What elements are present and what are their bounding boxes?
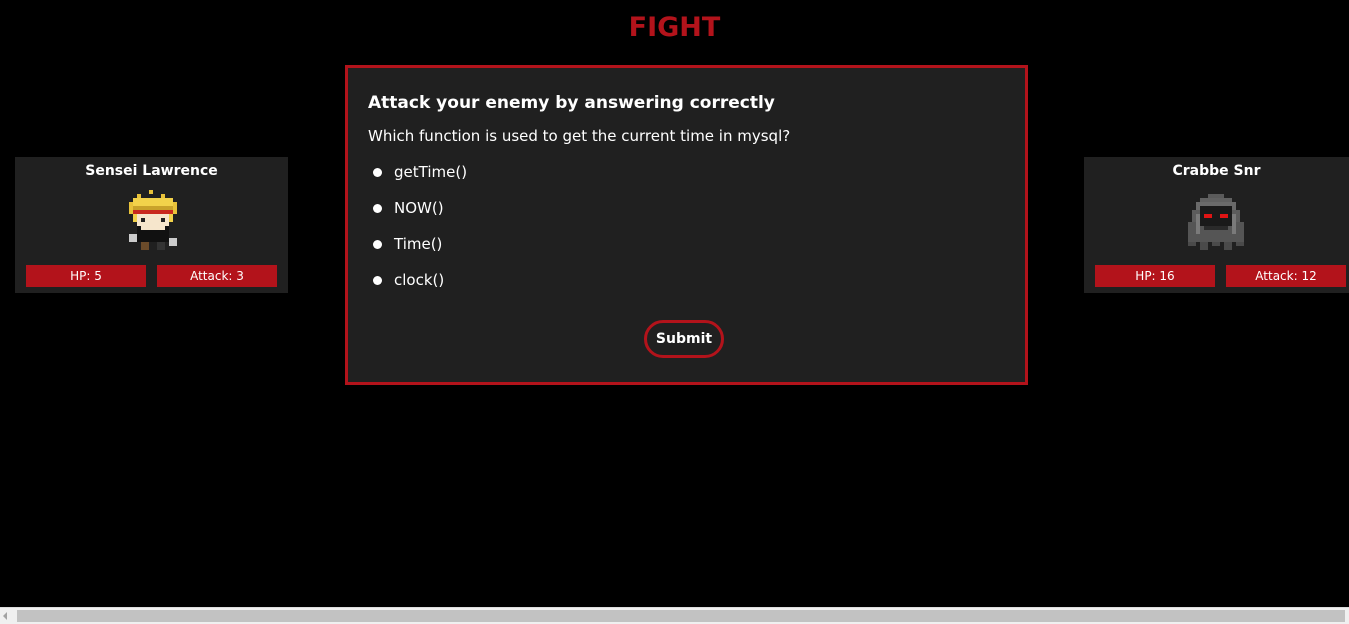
player-sprite-icon (129, 190, 177, 250)
answer-option-label: getTime() (394, 163, 468, 181)
radio-button[interactable] (373, 276, 382, 285)
radio-button[interactable] (373, 168, 382, 177)
enemy-attack-badge: Attack: 12 (1226, 265, 1346, 287)
enemy-card: Crabbe Snr HP: 16 Attack: 12 (1084, 157, 1349, 293)
answer-option-label: Time() (394, 235, 443, 253)
radio-button[interactable] (373, 240, 382, 249)
radio-button[interactable] (373, 204, 382, 213)
enemy-stats: HP: 16 Attack: 12 (1084, 265, 1349, 287)
player-attack-badge: Attack: 3 (157, 265, 277, 287)
horizontal-scrollbar[interactable] (0, 607, 1349, 624)
answer-option[interactable]: Time() (373, 234, 467, 270)
player-card: Sensei Lawrence HP: 5 Attack: 3 (15, 157, 288, 293)
enemy-sprite-icon (1188, 194, 1244, 250)
scroll-left-arrow-icon[interactable] (3, 612, 7, 620)
enemy-hp-badge: HP: 16 (1095, 265, 1215, 287)
panel-heading: Attack your enemy by answering correctly (368, 93, 775, 113)
scrollbar-thumb[interactable] (17, 610, 1345, 622)
player-stats: HP: 5 Attack: 3 (15, 265, 288, 287)
question-text: Which function is used to get the curren… (368, 127, 791, 145)
submit-button[interactable]: Submit (644, 320, 724, 358)
answer-options: getTime() NOW() Time() clock() (373, 162, 467, 306)
answer-option[interactable]: getTime() (373, 162, 467, 198)
player-name: Sensei Lawrence (85, 163, 218, 179)
question-panel: Attack your enemy by answering correctly… (345, 65, 1028, 385)
enemy-name: Crabbe Snr (1172, 163, 1261, 179)
answer-option-label: clock() (394, 271, 445, 289)
answer-option-label: NOW() (394, 199, 444, 217)
answer-option[interactable]: NOW() (373, 198, 467, 234)
player-hp-badge: HP: 5 (26, 265, 146, 287)
answer-option[interactable]: clock() (373, 270, 467, 306)
game-page: FIGHT Sensei Lawrence HP: 5 Attack: 3 At… (0, 0, 1349, 624)
page-title: FIGHT (628, 12, 721, 43)
